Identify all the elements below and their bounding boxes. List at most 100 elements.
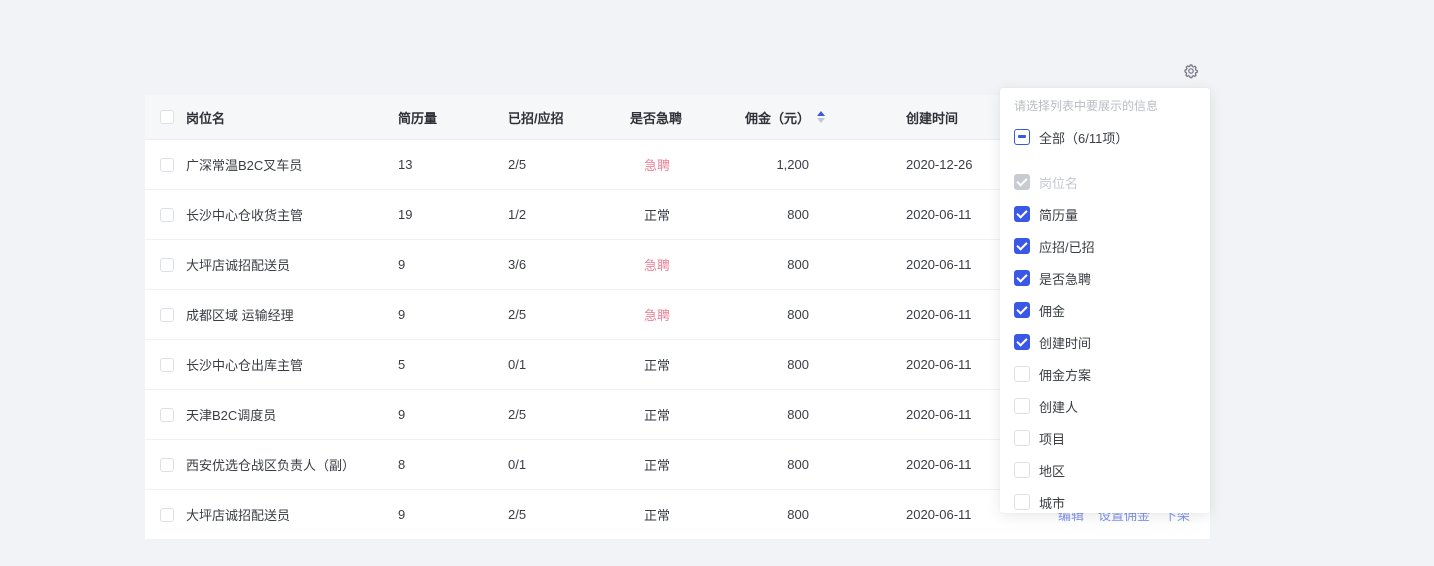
column-option-label: 佣金方案 <box>1039 365 1091 384</box>
position-name: 天津B2C调度员 <box>186 405 398 424</box>
sort-asc-caret[interactable] <box>817 111 825 116</box>
column-option-checkbox[interactable] <box>1014 334 1030 350</box>
sort-desc-caret[interactable] <box>817 118 825 123</box>
column-option-label: 城市 <box>1039 493 1065 512</box>
column-header-urgent: 是否急聘 <box>630 108 745 127</box>
column-option-item[interactable]: 地区 <box>1014 454 1196 486</box>
row-checkbox[interactable] <box>160 458 174 472</box>
column-options-list: 岗位名简历量应招/已招是否急聘佣金创建时间佣金方案创建人项目地区城市 <box>1014 166 1196 513</box>
row-checkbox[interactable] <box>160 508 174 522</box>
column-option-item[interactable]: 应招/已招 <box>1014 230 1196 262</box>
urgent-status: 正常 <box>630 505 745 524</box>
row-checkbox[interactable] <box>160 158 174 172</box>
column-option-label: 项目 <box>1039 429 1065 448</box>
urgent-status: 急聘 <box>630 155 745 174</box>
column-option-checkbox[interactable] <box>1014 366 1030 382</box>
position-name: 西安优选仓战区负责人（副） <box>186 455 398 474</box>
resume-count: 5 <box>398 357 508 372</box>
hired-ratio: 2/5 <box>508 507 630 522</box>
column-option-checkbox[interactable] <box>1014 398 1030 414</box>
column-option-label: 岗位名 <box>1039 173 1078 192</box>
urgent-status: 正常 <box>630 355 745 374</box>
column-settings-panel: 请选择列表中要展示的信息 全部（6/11项） 岗位名简历量应招/已招是否急聘佣金… <box>1000 88 1210 513</box>
select-all-columns-label: 全部（6/11项） <box>1039 128 1128 147</box>
row-checkbox[interactable] <box>160 358 174 372</box>
created-date: 2020-06-11 <box>833 357 1009 372</box>
column-option-item[interactable]: 城市 <box>1014 486 1196 513</box>
commission-header-label: 佣金（元） <box>745 108 810 127</box>
select-all-columns-item[interactable]: 全部（6/11项） <box>1014 120 1196 154</box>
position-name: 长沙中心仓收货主管 <box>186 205 398 224</box>
resume-count: 9 <box>398 257 508 272</box>
commission-value: 800 <box>745 507 833 522</box>
commission-value: 800 <box>745 207 833 222</box>
column-option-label: 应招/已招 <box>1039 237 1095 256</box>
resume-count: 9 <box>398 307 508 322</box>
column-header-hired: 已招/应招 <box>508 108 630 127</box>
column-header-commission[interactable]: 佣金（元） <box>745 108 833 127</box>
hired-ratio: 3/6 <box>508 257 630 272</box>
hired-ratio: 2/5 <box>508 307 630 322</box>
created-date: 2020-06-11 <box>833 507 1009 522</box>
hired-ratio: 1/2 <box>508 207 630 222</box>
row-checkbox[interactable] <box>160 208 174 222</box>
column-option-item[interactable]: 创建时间 <box>1014 326 1196 358</box>
column-option-label: 是否急聘 <box>1039 269 1091 288</box>
indeterminate-checkbox[interactable] <box>1014 129 1030 145</box>
sort-icon[interactable] <box>817 111 825 123</box>
created-date: 2020-06-11 <box>833 457 1009 472</box>
resume-count: 13 <box>398 157 508 172</box>
column-option-label: 创建人 <box>1039 397 1078 416</box>
commission-value: 800 <box>745 357 833 372</box>
column-settings-button[interactable] <box>1177 57 1205 85</box>
column-option-checkbox[interactable] <box>1014 238 1030 254</box>
column-option-item[interactable]: 佣金 <box>1014 294 1196 326</box>
hired-ratio: 0/1 <box>508 457 630 472</box>
column-option-item[interactable]: 创建人 <box>1014 390 1196 422</box>
column-option-checkbox <box>1014 174 1030 190</box>
urgent-status: 正常 <box>630 205 745 224</box>
panel-title: 请选择列表中要展示的信息 <box>1014 98 1196 114</box>
created-date: 2020-06-11 <box>833 407 1009 422</box>
urgent-status: 急聘 <box>630 255 745 274</box>
commission-value: 800 <box>745 407 833 422</box>
row-checkbox[interactable] <box>160 408 174 422</box>
column-option-item[interactable]: 是否急聘 <box>1014 262 1196 294</box>
commission-value: 800 <box>745 307 833 322</box>
column-option-checkbox[interactable] <box>1014 462 1030 478</box>
created-date: 2020-06-11 <box>833 257 1009 272</box>
column-option-item[interactable]: 简历量 <box>1014 198 1196 230</box>
position-name: 成都区域 运输经理 <box>186 305 398 324</box>
hired-ratio: 2/5 <box>508 407 630 422</box>
position-name: 大坪店诚招配送员 <box>186 255 398 274</box>
column-option-item[interactable]: 佣金方案 <box>1014 358 1196 390</box>
column-option-label: 创建时间 <box>1039 333 1091 352</box>
created-date: 2020-12-26 <box>833 157 1009 172</box>
column-option-checkbox[interactable] <box>1014 494 1030 510</box>
column-header-resumes: 简历量 <box>398 108 508 127</box>
column-option-checkbox[interactable] <box>1014 302 1030 318</box>
column-option-item: 岗位名 <box>1014 166 1196 198</box>
column-header-created: 创建时间 <box>833 108 1009 127</box>
gear-icon <box>1183 63 1199 79</box>
column-option-checkbox[interactable] <box>1014 430 1030 446</box>
commission-value: 800 <box>745 257 833 272</box>
urgent-status: 正常 <box>630 405 745 424</box>
position-name: 广深常温B2C叉车员 <box>186 155 398 174</box>
column-header-position: 岗位名 <box>186 108 398 127</box>
row-checkbox[interactable] <box>160 308 174 322</box>
resume-count: 9 <box>398 407 508 422</box>
hired-ratio: 2/5 <box>508 157 630 172</box>
created-date: 2020-06-11 <box>833 207 1009 222</box>
page: 岗位名 简历量 已招/应招 是否急聘 佣金（元） 创建时间 广深常温B2C叉车员… <box>0 0 1434 566</box>
column-option-label: 佣金 <box>1039 301 1065 320</box>
resume-count: 9 <box>398 507 508 522</box>
row-checkbox[interactable] <box>160 258 174 272</box>
column-option-checkbox[interactable] <box>1014 206 1030 222</box>
column-option-checkbox[interactable] <box>1014 270 1030 286</box>
urgent-status: 正常 <box>630 455 745 474</box>
position-name: 大坪店诚招配送员 <box>186 505 398 524</box>
column-option-item[interactable]: 项目 <box>1014 422 1196 454</box>
select-all-rows-checkbox[interactable] <box>160 110 174 124</box>
resume-count: 19 <box>398 207 508 222</box>
